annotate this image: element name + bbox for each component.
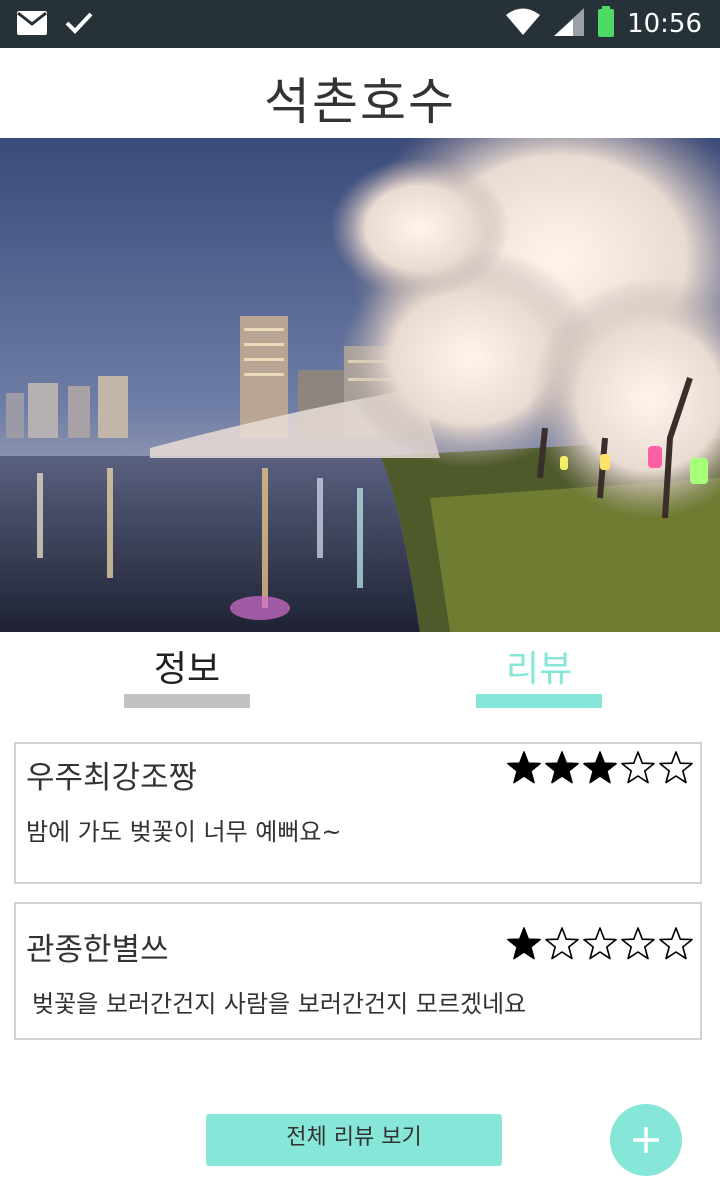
view-all-reviews-button[interactable]: 전체 리뷰 보기 <box>206 1114 502 1166</box>
review-content: 벚꽃을 보러간건지 사람을 보러간건지 모르겠네요 <box>32 990 527 1018</box>
add-review-button[interactable] <box>610 1104 682 1176</box>
clock: 10:56 <box>627 9 702 39</box>
star-empty-icon <box>620 750 656 790</box>
mail-icon <box>16 10 48 40</box>
status-bar-system: 10:56 <box>505 0 702 48</box>
place-photo <box>0 138 720 632</box>
review-author: 우주최강조짱 <box>26 760 198 796</box>
star-empty-icon <box>658 926 694 966</box>
star-filled-icon <box>506 926 542 966</box>
tab-review[interactable]: 리뷰 <box>476 640 602 692</box>
status-bar-notifications <box>16 10 94 40</box>
star-rating <box>506 926 694 966</box>
star-rating <box>506 750 694 790</box>
battery-icon <box>597 6 615 42</box>
wifi-icon <box>505 8 541 40</box>
signal-icon <box>553 7 585 41</box>
tab-review-indicator <box>476 694 602 708</box>
star-empty-icon <box>582 926 618 966</box>
star-empty-icon <box>544 926 580 966</box>
star-filled-icon <box>544 750 580 790</box>
title-bar: 석촌호수 <box>0 48 720 138</box>
review-author: 관종한별쓰 <box>26 932 169 968</box>
review-card[interactable]: 관종한별쓰 벚꽃을 보러간건지 사람을 보러간건지 모르겠네요 <box>14 902 702 1040</box>
page-title: 석촌호수 <box>264 73 456 131</box>
tab-info-indicator <box>124 694 250 708</box>
star-filled-icon <box>582 750 618 790</box>
star-empty-icon <box>620 926 656 966</box>
review-card[interactable]: 우주최강조짱 밤에 가도 벚꽃이 너무 예뻐요~ <box>14 742 702 884</box>
review-content: 밤에 가도 벚꽃이 너무 예뻐요~ <box>26 818 342 846</box>
star-empty-icon <box>658 750 694 790</box>
status-bar: 10:56 <box>0 0 720 48</box>
star-filled-icon <box>506 750 542 790</box>
tab-info[interactable]: 정보 <box>124 640 250 692</box>
check-icon <box>64 10 94 40</box>
